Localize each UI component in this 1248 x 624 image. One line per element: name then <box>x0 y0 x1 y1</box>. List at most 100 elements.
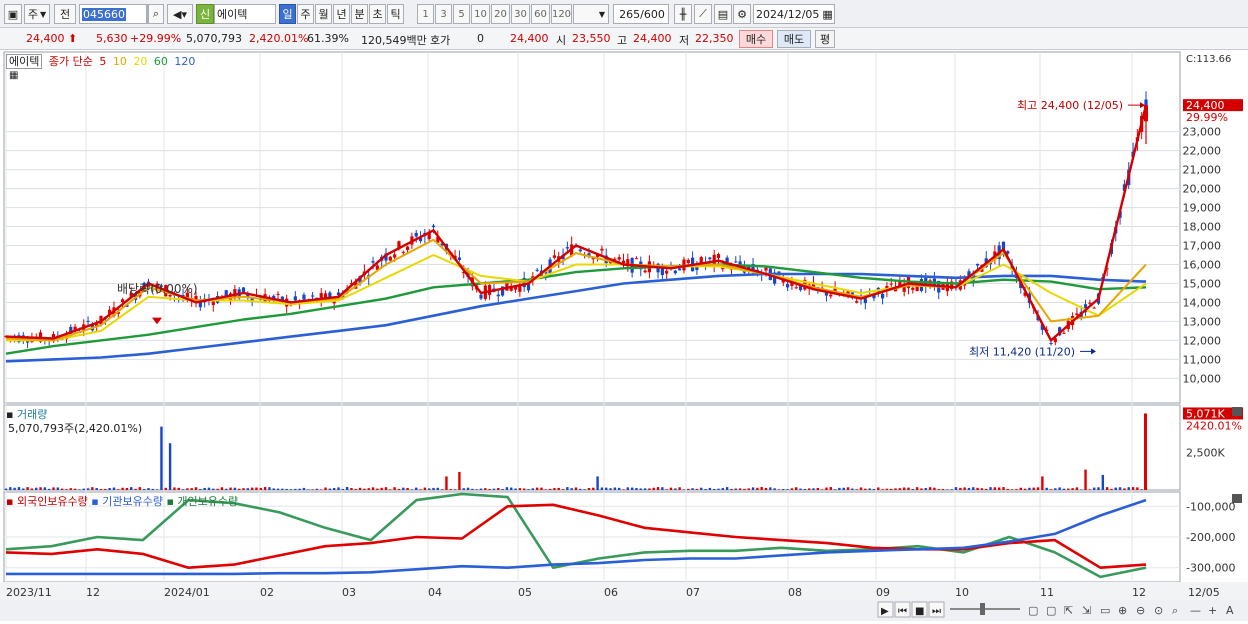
extra-select[interactable]: ▼ <box>573 4 609 24</box>
code-input[interactable]: 045660 <box>79 4 147 24</box>
candle-body <box>1062 332 1066 334</box>
close-pane-icon <box>1232 407 1242 416</box>
volume-bar <box>898 488 902 490</box>
speaker-icon[interactable]: ◀▾ <box>167 4 193 24</box>
interval-button[interactable]: 3 <box>435 4 452 24</box>
volume-bar <box>1131 487 1135 490</box>
chart-tool-icon: ⊙ <box>1154 604 1163 617</box>
volume-bar <box>350 488 353 490</box>
volume-bar <box>846 487 850 490</box>
volume-bar <box>393 487 396 490</box>
period-button[interactable]: 년 <box>333 4 350 24</box>
interval-button[interactable]: 60 <box>531 4 550 24</box>
interval-button[interactable]: 120 <box>551 4 572 24</box>
volume-bar <box>358 487 362 490</box>
volume-pct: 2,420.01% <box>249 32 309 45</box>
interval-button[interactable]: 5 <box>453 4 470 24</box>
date-value: 2024/12/05 <box>756 7 820 21</box>
buy-button[interactable]: 매수 <box>739 30 773 48</box>
price-legend: 에이텍 종가 단순 5 10 20 60 120 <box>6 53 195 69</box>
candle-body <box>578 249 582 252</box>
candle-body <box>457 257 462 260</box>
volume-bar <box>626 487 630 490</box>
volume-bar <box>807 488 811 490</box>
count-field[interactable]: 265/600 <box>613 4 669 24</box>
period-button[interactable]: 틱 <box>387 4 404 24</box>
volume-bar <box>488 489 491 490</box>
volume-bar <box>1045 487 1048 490</box>
volume-bar <box>371 487 375 490</box>
volume-bar <box>307 489 310 490</box>
eval-button[interactable]: 평 <box>815 30 835 48</box>
period-button[interactable]: 월 <box>315 4 332 24</box>
volume-bar <box>730 488 733 490</box>
volume-bar <box>285 488 288 490</box>
period-button[interactable]: 초 <box>369 4 386 24</box>
save-icon[interactable]: ▤ <box>714 4 732 24</box>
volume-bar <box>289 489 293 490</box>
chart-tool-icon: ▢ <box>1028 604 1038 617</box>
candle-body <box>734 261 738 263</box>
candle-body <box>889 283 893 285</box>
volume-bar <box>1036 487 1040 490</box>
date-field[interactable]: 2024/12/05 ▦ <box>753 4 835 24</box>
volume-bar <box>557 487 560 490</box>
candle-icon[interactable]: ╫ <box>674 4 692 24</box>
volume-bar <box>907 487 910 490</box>
volume-bar <box>138 487 142 490</box>
table-icon[interactable]: ▦ <box>9 70 18 81</box>
period-button[interactable]: 분 <box>351 4 368 24</box>
stock-chart-svg[interactable]: 23,000 22,000 21,000 20,000 19,000 18,000 17,0… <box>0 50 1248 621</box>
volume-bar <box>13 487 16 490</box>
stock-name-field[interactable]: 에이텍 <box>214 4 276 24</box>
prev-button[interactable]: 전 <box>54 4 76 24</box>
volume-bar <box>704 488 707 490</box>
volume-bar <box>976 487 979 490</box>
volume-bar <box>130 487 133 490</box>
candle-body <box>915 286 919 292</box>
chart-tool-icon: ⊕ <box>1118 604 1127 617</box>
low-value: 22,350 <box>695 32 734 45</box>
volume-bar <box>864 488 867 490</box>
hoga-value: 0 <box>477 32 484 45</box>
volume-bar <box>877 487 880 490</box>
volume-bar <box>276 488 280 490</box>
candle-body <box>1049 342 1053 345</box>
volume-bar <box>842 487 845 490</box>
interval-button[interactable]: 10 <box>471 4 490 24</box>
candle-body <box>552 255 557 258</box>
volume-bar <box>1075 487 1079 490</box>
interval-button[interactable]: 30 <box>511 4 530 24</box>
volume-bar <box>548 488 552 490</box>
chart-area[interactable]: 23,000 22,000 21,000 20,000 19,000 18,000 17,0… <box>0 50 1248 621</box>
gear-icon[interactable]: ⚙ <box>733 4 751 24</box>
market-select[interactable]: 주 ▼ <box>24 4 50 24</box>
volume-bar <box>630 487 634 490</box>
period-button[interactable]: 일 <box>279 4 296 24</box>
volume-bar <box>320 489 323 490</box>
candle-body <box>120 299 125 303</box>
x-axis-label: 03 <box>342 586 356 599</box>
volume-bar <box>419 489 422 490</box>
volume-bar <box>237 488 241 490</box>
volume-bar <box>1062 488 1066 490</box>
search-icon[interactable]: ⌕ <box>148 4 164 24</box>
volume-bar <box>592 487 595 490</box>
volume-bar <box>553 488 556 490</box>
current-pct-label: 29.99% <box>1186 111 1228 124</box>
volume-bar <box>967 487 971 490</box>
candle-body <box>276 293 280 295</box>
x-axis-label: 05 <box>518 586 532 599</box>
volume-bar <box>427 488 431 490</box>
line-tool-icon[interactable]: ⟋ <box>694 4 712 24</box>
interval-button[interactable]: 20 <box>491 4 510 24</box>
interval-button[interactable]: 1 <box>417 4 434 24</box>
chart-tool-icon: ⊖ <box>1136 604 1145 617</box>
period-button[interactable]: 주 <box>297 4 314 24</box>
candle-body <box>794 287 798 289</box>
volume-current-pct: 2420.01% <box>1186 419 1242 432</box>
candle-body <box>785 284 790 288</box>
volume-bar <box>181 489 185 490</box>
window-icon[interactable]: ▣ <box>4 4 22 24</box>
sell-button[interactable]: 매도 <box>777 30 811 48</box>
